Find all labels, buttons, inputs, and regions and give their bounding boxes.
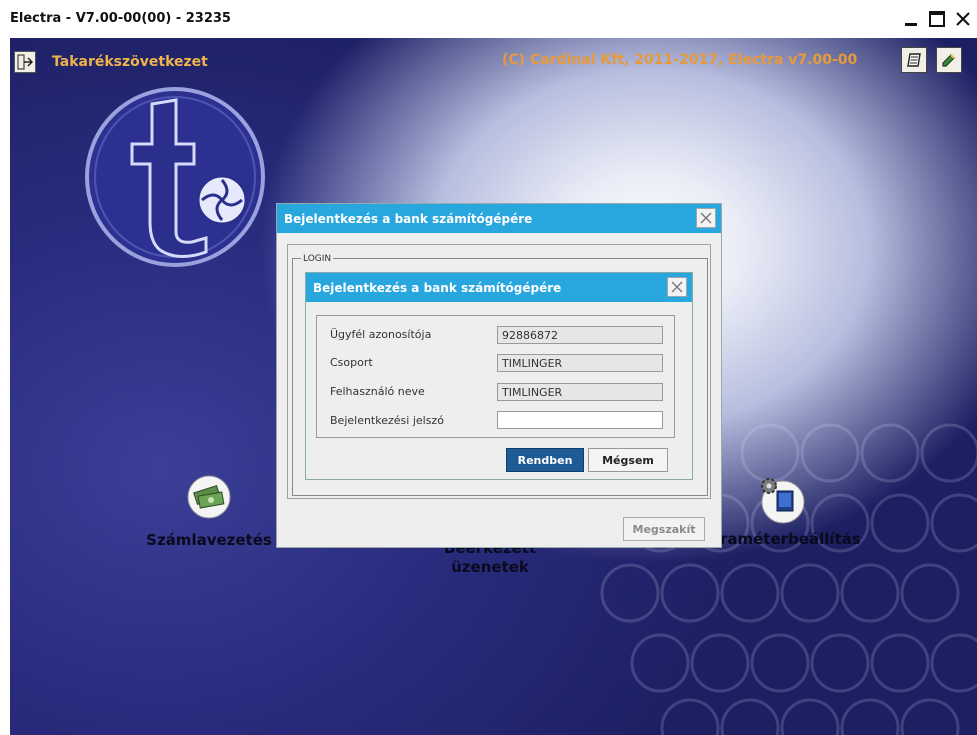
client-id-field[interactable] xyxy=(497,326,663,344)
client-id-label: Ügyfél azonosítója xyxy=(330,328,432,341)
close-icon[interactable] xyxy=(667,277,687,297)
username-field[interactable] xyxy=(497,383,663,401)
close-icon[interactable] xyxy=(952,8,974,30)
login-dialog-titlebar: Bejelentkezés a bank számítógépére xyxy=(306,273,692,302)
notebook-icon[interactable] xyxy=(901,47,927,73)
book-pencil-icon[interactable] xyxy=(936,47,962,73)
tile-accounts[interactable]: Számlavezetés xyxy=(134,475,284,550)
ok-button[interactable]: Rendben xyxy=(506,448,584,472)
copyright-text: (C) Cardinal Kft, 2011-2017, Electra v7.… xyxy=(502,52,858,68)
maximize-icon[interactable] xyxy=(926,8,948,30)
close-icon[interactable] xyxy=(696,208,716,228)
exit-door-icon[interactable] xyxy=(14,51,36,73)
login-group-label: LOGIN xyxy=(301,254,334,262)
money-icon xyxy=(187,475,231,519)
abort-button[interactable]: Megszakít xyxy=(623,517,705,541)
group-label: Csoport xyxy=(330,356,373,369)
minimize-icon[interactable] xyxy=(900,8,922,30)
login-fields-group: Ügyfél azonosítója Csoport Felhasználó n… xyxy=(316,315,675,438)
password-label: Bejelentkezési jelszó xyxy=(330,414,444,427)
login-dialog: Bejelentkezés a bank számítógépére Ügyfé… xyxy=(305,272,693,480)
login-dialog-title: Bejelentkezés a bank számítógépére xyxy=(313,280,562,295)
organization-name: Takarékszövetkezet xyxy=(52,54,208,70)
gear-monitor-icon xyxy=(755,474,805,524)
outer-dialog-title: Bejelentkezés a bank számítógépére xyxy=(284,211,533,226)
window-titlebar: Electra - V7.00-00(00) - 23235 xyxy=(0,0,977,38)
window-title: Electra - V7.00-00(00) - 23235 xyxy=(10,11,231,26)
outer-dialog-titlebar: Bejelentkezés a bank számítógépére xyxy=(277,204,721,233)
header-left: Takarékszövetkezet xyxy=(14,51,208,73)
password-field[interactable] xyxy=(497,411,663,429)
cancel-button[interactable]: Mégsem xyxy=(588,448,668,472)
group-field[interactable] xyxy=(497,354,663,372)
brand-logo xyxy=(80,82,270,276)
username-label: Felhasználó neve xyxy=(330,385,425,398)
tile-accounts-label: Számlavezetés xyxy=(146,531,272,549)
